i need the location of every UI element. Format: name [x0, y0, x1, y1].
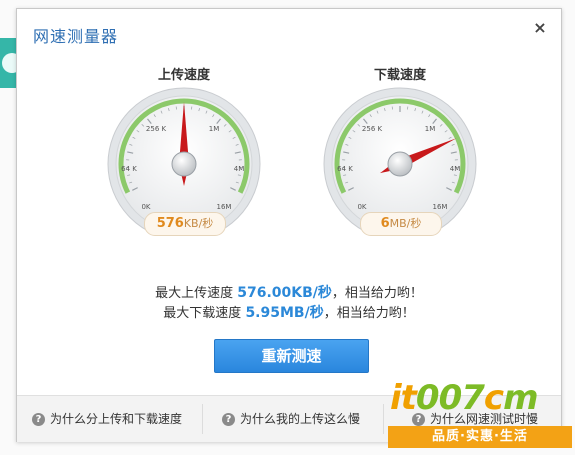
download-summary-value: 5.95MB/秒	[245, 305, 324, 321]
faq-link-upload-download[interactable]: ? 为什么分上传和下载速度	[32, 396, 182, 442]
upload-readout: 576KB/秒	[144, 212, 226, 236]
download-gauge-title: 下载速度	[373, 68, 426, 83]
download-label-4m: 4M	[450, 165, 461, 173]
watermark-logo-m: m	[503, 378, 538, 418]
download-label-256k: 256 K	[362, 125, 383, 133]
download-gauge: 下载速度 0K 64 K 256 K 1M 4M 16M 6MB/秒	[315, 64, 485, 236]
upload-label-4m: 4M	[234, 165, 245, 173]
download-readout-value: 6	[380, 216, 390, 231]
download-summary-prefix: 最大下载速度	[163, 306, 242, 321]
speed-summary: 最大上传速度 576.00KB/秒，相当给力哟！ 最大下载速度 5.95MB/秒…	[17, 283, 561, 323]
upload-needle-hub	[171, 151, 197, 177]
site-watermark: it007cm 品质·实惠·生活	[380, 378, 575, 455]
watermark-logo-it: it	[390, 378, 417, 418]
dialog-title: 网速测量器	[33, 27, 119, 46]
upload-summary-suffix: ，相当给力哟！	[331, 286, 423, 301]
download-readout: 6MB/秒	[360, 212, 442, 236]
download-summary-suffix: ，相当给力哟！	[323, 306, 415, 321]
watermark-slogan: 品质·实惠·生活	[388, 426, 572, 448]
retest-button[interactable]: 重新测速	[214, 339, 369, 373]
download-label-1m: 1M	[425, 125, 436, 133]
upload-label-1m: 1M	[209, 125, 220, 133]
faq-link-slow-upload[interactable]: ? 为什么我的上传这么慢	[222, 396, 360, 442]
close-icon[interactable]: ×	[529, 17, 551, 39]
download-summary-line: 最大下载速度 5.95MB/秒，相当给力哟！	[17, 303, 561, 323]
upload-readout-value: 576	[156, 216, 184, 231]
download-label-0k: 0K	[357, 203, 366, 211]
speed-test-dialog: 网速测量器 × 上传速度 0K 64 K 256 K 1M 4M 16M 576…	[16, 8, 562, 442]
footer-divider	[202, 404, 203, 434]
upload-label-256k: 256 K	[146, 125, 167, 133]
download-label-16m: 16M	[433, 203, 448, 211]
upload-summary-value: 576.00KB/秒	[237, 285, 332, 301]
upload-summary-prefix: 最大上传速度	[155, 286, 234, 301]
download-readout-unit: MB/秒	[389, 217, 422, 230]
upload-label-64k: 64 K	[121, 165, 137, 173]
upload-summary-line: 最大上传速度 576.00KB/秒，相当给力哟！	[17, 283, 561, 303]
watermark-logo-007: 007	[415, 378, 485, 418]
upload-gauge: 上传速度 0K 64 K 256 K 1M 4M 16M 576KB/秒	[99, 64, 269, 236]
upload-label-0k: 0K	[141, 203, 150, 211]
download-label-64k: 64 K	[337, 165, 353, 173]
download-needle-hub	[387, 151, 413, 177]
faq-link-label: 为什么分上传和下载速度	[50, 412, 183, 426]
help-icon: ?	[32, 413, 45, 426]
help-icon: ?	[222, 413, 235, 426]
upload-readout-unit: KB/秒	[183, 217, 214, 230]
faq-link-label: 为什么我的上传这么慢	[240, 412, 361, 426]
upload-gauge-title: 上传速度	[157, 68, 210, 83]
watermark-logo-c: c	[483, 378, 504, 418]
watermark-logo: it007cm	[390, 378, 539, 418]
upload-label-16m: 16M	[217, 203, 232, 211]
